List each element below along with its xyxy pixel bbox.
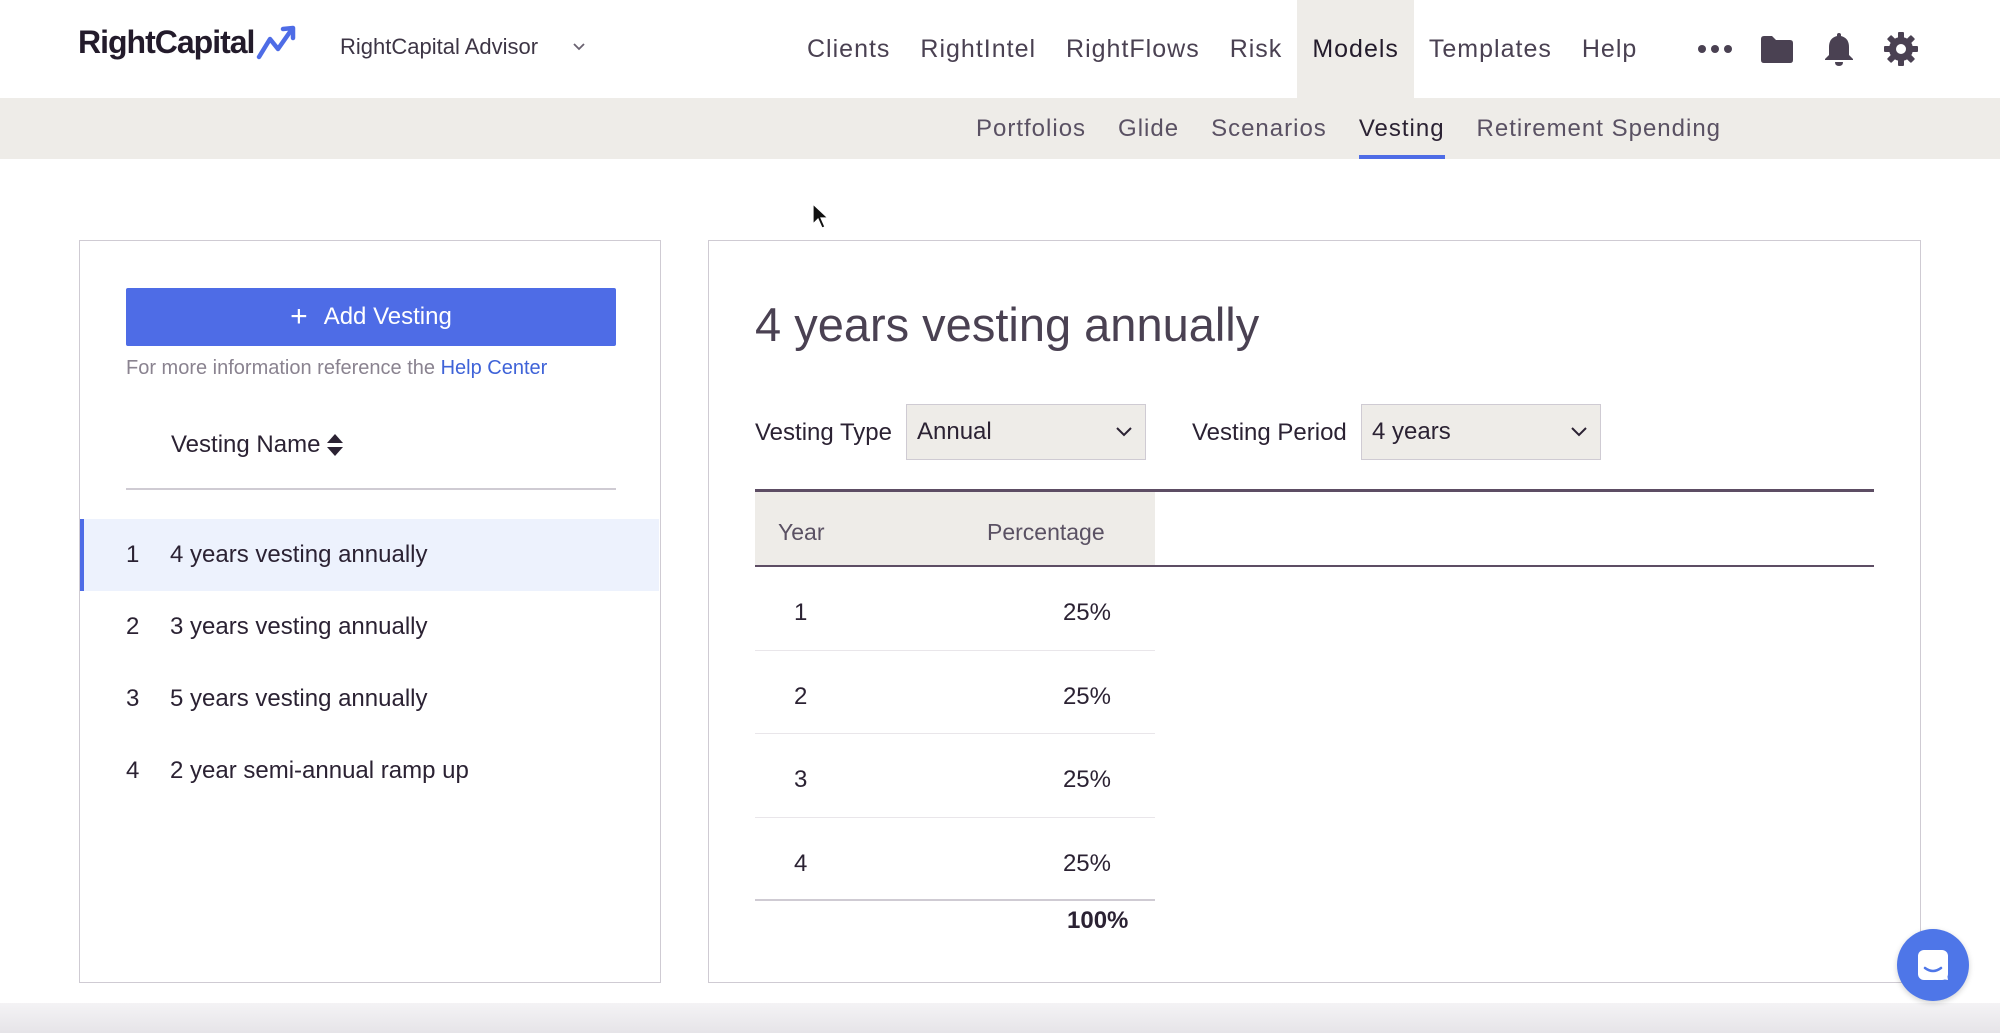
add-vesting-button[interactable]: + Add Vesting xyxy=(126,288,616,346)
year-cell: 4 xyxy=(794,849,808,877)
column-header-label: Vesting Name xyxy=(171,431,321,458)
year-cell: 1 xyxy=(794,599,808,626)
chat-icon xyxy=(1918,950,1948,980)
vesting-list-item[interactable]: 2 3 years vesting annually xyxy=(80,591,659,663)
percentage-column-header: Percentage xyxy=(987,519,1105,545)
tab-glide[interactable]: Glide xyxy=(1118,98,1179,159)
vesting-period-select[interactable]: 4 years xyxy=(1361,404,1601,460)
vesting-item-name: 2 year semi-annual ramp up xyxy=(170,757,469,784)
vesting-item-number: 4 xyxy=(126,757,140,784)
nav-rightflows[interactable]: RightFlows xyxy=(1051,0,1215,98)
tab-retirement-spending[interactable]: Retirement Spending xyxy=(1477,98,1721,159)
chevron-down-icon xyxy=(1571,427,1587,437)
vesting-list-item[interactable]: 3 5 years vesting annually xyxy=(80,663,659,735)
percentage-total: 100% xyxy=(1067,907,1129,934)
nav-templates[interactable]: Templates xyxy=(1414,0,1567,98)
vesting-name-column-header[interactable]: Vesting Name xyxy=(171,431,344,459)
year-column-header: Year xyxy=(778,519,825,545)
nav-risk[interactable]: Risk xyxy=(1215,0,1298,98)
chat-support-button[interactable] xyxy=(1897,929,1969,1001)
percentage-cell[interactable]: 25% xyxy=(1063,850,1111,878)
vesting-type-label: Vesting Type xyxy=(755,419,892,446)
header-divider xyxy=(126,488,616,490)
tab-scenarios[interactable]: Scenarios xyxy=(1211,98,1327,159)
nav-rightintel[interactable]: RightIntel xyxy=(905,0,1051,98)
tab-portfolios[interactable]: Portfolios xyxy=(976,98,1086,159)
table-row: 3 25% xyxy=(755,734,1155,818)
nav-clients[interactable]: Clients xyxy=(792,0,905,98)
year-cell: 3 xyxy=(794,766,808,793)
nav-help[interactable]: Help xyxy=(1567,0,1652,98)
table-row: 2 25% xyxy=(755,651,1155,734)
account-selector[interactable]: RightCapital Advisor xyxy=(340,34,586,60)
gear-icon[interactable] xyxy=(1870,0,1932,98)
account-selector-label: RightCapital Advisor xyxy=(340,34,539,59)
vesting-list-item[interactable]: 1 4 years vesting annually xyxy=(80,519,659,591)
vesting-list: 1 4 years vesting annually 2 3 years ves… xyxy=(80,519,659,807)
percentage-cell[interactable]: 25% xyxy=(1063,599,1111,627)
rightcapital-logo[interactable]: RightCapital xyxy=(78,24,298,61)
percentage-cell[interactable]: 25% xyxy=(1063,766,1111,794)
table-row: 1 25% xyxy=(755,567,1155,651)
more-icon[interactable] xyxy=(1684,0,1746,98)
vesting-detail-panel: 4 years vesting annually Vesting Type An… xyxy=(708,240,1921,983)
vesting-item-number: 1 xyxy=(126,541,140,568)
models-subnav: Portfolios Glide Scenarios Vesting Retir… xyxy=(960,98,1737,159)
help-text: For more information reference the Help … xyxy=(126,357,547,380)
bell-icon[interactable] xyxy=(1808,0,1870,98)
vesting-list-item[interactable]: 4 2 year semi-annual ramp up xyxy=(80,735,659,807)
tab-vesting[interactable]: Vesting xyxy=(1358,98,1445,159)
logo-text: RightCapital xyxy=(78,24,255,60)
plus-icon: + xyxy=(290,300,308,333)
vesting-period-label: Vesting Period xyxy=(1192,419,1347,446)
percentage-cell[interactable]: 25% xyxy=(1063,683,1111,711)
year-cell: 2 xyxy=(794,682,808,710)
models-subnav-bar: Portfolios Glide Scenarios Vesting Retir… xyxy=(0,98,2000,159)
chevron-down-icon xyxy=(573,43,585,51)
vesting-item-name: 5 years vesting annually xyxy=(170,685,428,712)
nav-models[interactable]: Models xyxy=(1297,0,1414,98)
vesting-list-panel: + Add Vesting For more information refer… xyxy=(79,240,661,983)
top-navigation-bar: RightCapital RightCapital Advisor Client… xyxy=(0,0,2000,98)
vesting-item-number: 3 xyxy=(126,685,140,712)
folder-icon[interactable] xyxy=(1746,0,1808,98)
vesting-detail-title: 4 years vesting annually xyxy=(755,298,1260,351)
vesting-item-number: 2 xyxy=(126,613,140,640)
help-text-label: For more information reference the xyxy=(126,357,436,379)
main-nav: Clients RightIntel RightFlows Risk Model… xyxy=(792,0,1652,98)
vesting-schedule-table: 1 25% 2 25% 3 25% 4 25% xyxy=(755,567,1155,901)
vesting-period-value: 4 years xyxy=(1372,418,1451,445)
vesting-item-name: 3 years vesting annually xyxy=(170,613,428,640)
vesting-type-value: Annual xyxy=(917,418,992,445)
sort-icon xyxy=(327,434,344,456)
table-row: 4 25% xyxy=(755,818,1155,901)
vesting-type-select[interactable]: Annual xyxy=(906,404,1146,460)
logo-arrow-icon xyxy=(257,25,296,59)
vesting-item-name: 4 years vesting annually xyxy=(170,541,428,568)
chevron-down-icon xyxy=(1116,427,1132,437)
mouse-cursor-icon xyxy=(812,203,830,229)
header-icon-group xyxy=(1684,0,1932,98)
help-center-link[interactable]: Help Center xyxy=(441,357,548,379)
page-bottom-edge xyxy=(0,1003,2000,1033)
add-vesting-label: Add Vesting xyxy=(323,303,452,330)
